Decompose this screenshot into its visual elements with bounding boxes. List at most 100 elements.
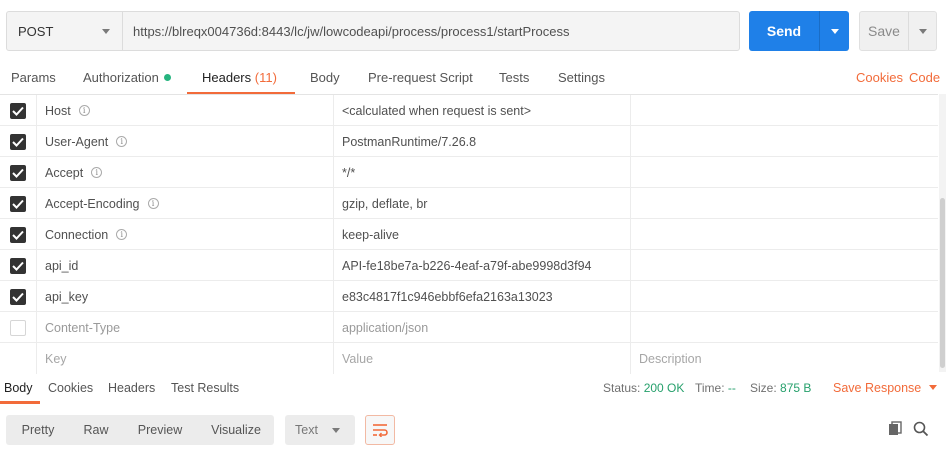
- row-checkbox-cell: [0, 95, 36, 126]
- save-dropdown-button[interactable]: [908, 12, 936, 50]
- tab-pre-request-script[interactable]: Pre-request Script: [368, 70, 473, 85]
- header-description-cell[interactable]: [630, 281, 938, 312]
- info-icon[interactable]: i: [116, 136, 128, 147]
- format-select[interactable]: Text: [285, 415, 355, 445]
- table-row: Host i <calculated when request is sent>: [0, 95, 938, 126]
- response-tab-cookies[interactable]: Cookies: [48, 381, 93, 395]
- header-key-cell[interactable]: Accept-Encoding i: [36, 188, 333, 219]
- new-value-input[interactable]: Value: [333, 343, 630, 374]
- header-key-cell[interactable]: Accept i: [36, 157, 333, 188]
- chevron-down-icon: [331, 427, 340, 433]
- info-icon[interactable]: i: [78, 105, 90, 116]
- row-checkbox-cell: [0, 343, 36, 374]
- table-row: Connection i keep-alive: [0, 219, 938, 250]
- header-description-cell[interactable]: [630, 250, 938, 281]
- header-key: api_id: [45, 258, 79, 273]
- url-input[interactable]: https://blreqx004736d:8443/lc/jw/lowcode…: [123, 12, 739, 50]
- header-value: e83c4817f1c946ebbf6efa2163a13023: [342, 289, 553, 304]
- checkmark-icon: [12, 261, 24, 271]
- headers-scrollbar[interactable]: [939, 94, 946, 372]
- header-value-cell[interactable]: PostmanRuntime/7.26.8: [333, 126, 630, 157]
- tab-headers[interactable]: Headers (11): [202, 70, 277, 85]
- response-tab-body[interactable]: Body: [4, 381, 33, 395]
- save-response-button[interactable]: Save Response: [833, 381, 938, 395]
- save-button[interactable]: Save: [860, 12, 908, 50]
- response-toolbar: Pretty Raw Preview Visualize Text: [6, 415, 946, 445]
- tab-settings[interactable]: Settings: [558, 70, 605, 85]
- time-label: Time:: [695, 381, 725, 395]
- header-value-cell[interactable]: <calculated when request is sent>: [333, 95, 630, 126]
- code-link[interactable]: Code: [909, 70, 940, 85]
- table-row: Content-Type application/json: [0, 312, 938, 343]
- tab-params[interactable]: Params: [11, 70, 56, 85]
- new-description-input[interactable]: Description: [630, 343, 938, 374]
- copy-icon[interactable]: [888, 421, 904, 437]
- header-description-cell[interactable]: [630, 126, 938, 157]
- method-label: POST: [18, 23, 54, 39]
- header-checkbox[interactable]: [10, 164, 26, 181]
- header-key-cell[interactable]: api_key: [36, 281, 333, 312]
- header-description-cell[interactable]: [630, 157, 938, 188]
- status-indicator: Status: 200 OK: [603, 381, 684, 395]
- tab-authorization[interactable]: Authorization: [83, 70, 171, 85]
- new-key-input[interactable]: Key: [36, 343, 333, 374]
- checkmark-icon: [12, 106, 24, 116]
- header-checkbox[interactable]: [10, 319, 26, 336]
- view-raw-button[interactable]: Raw: [70, 415, 122, 445]
- header-value: gzip, deflate, br: [342, 196, 428, 211]
- cookies-link[interactable]: Cookies: [856, 70, 903, 85]
- view-visualize-button[interactable]: Visualize: [198, 415, 274, 445]
- row-checkbox-cell: [0, 250, 36, 281]
- header-value-cell[interactable]: keep-alive: [333, 219, 630, 250]
- save-button-group: Save: [859, 11, 937, 51]
- checkmark-icon: [12, 168, 24, 178]
- header-key-cell[interactable]: Host i: [36, 95, 333, 126]
- tab-body[interactable]: Body: [310, 70, 340, 85]
- header-description-cell[interactable]: [630, 219, 938, 250]
- send-dropdown-button[interactable]: [819, 11, 849, 51]
- header-value: PostmanRuntime/7.26.8: [342, 134, 477, 149]
- info-icon[interactable]: i: [91, 167, 103, 178]
- header-checkbox[interactable]: [10, 195, 26, 212]
- header-checkbox[interactable]: [10, 288, 26, 305]
- search-icon[interactable]: [913, 421, 929, 437]
- header-value-cell[interactable]: application/json: [333, 312, 630, 343]
- header-key: api_key: [45, 289, 89, 304]
- new-header-row: Key Value Description: [0, 343, 938, 374]
- header-value-cell[interactable]: e83c4817f1c946ebbf6efa2163a13023: [333, 281, 630, 312]
- header-key-cell[interactable]: Content-Type: [36, 312, 333, 343]
- info-icon[interactable]: i: [116, 229, 128, 240]
- size-value: 875 B: [780, 381, 812, 395]
- method-select[interactable]: POST: [7, 12, 123, 50]
- tab-tests[interactable]: Tests: [499, 70, 529, 85]
- status-label: Status:: [603, 381, 641, 395]
- header-value-cell[interactable]: gzip, deflate, br: [333, 188, 630, 219]
- scrollbar-thumb[interactable]: [940, 198, 945, 368]
- header-description-cell[interactable]: [630, 188, 938, 219]
- view-preview-button[interactable]: Preview: [122, 415, 198, 445]
- row-checkbox-cell: [0, 188, 36, 219]
- header-key-cell[interactable]: api_id: [36, 250, 333, 281]
- info-icon[interactable]: i: [147, 198, 159, 209]
- header-description-cell[interactable]: [630, 312, 938, 343]
- view-pretty-button[interactable]: Pretty: [6, 415, 70, 445]
- header-checkbox[interactable]: [10, 102, 26, 119]
- header-key-cell[interactable]: Connection i: [36, 219, 333, 250]
- header-key-cell[interactable]: User-Agent i: [36, 126, 333, 157]
- header-checkbox[interactable]: [10, 133, 26, 150]
- wrap-lines-icon: [373, 424, 388, 437]
- header-description-cell[interactable]: [630, 95, 938, 126]
- response-tab-test-results[interactable]: Test Results: [171, 381, 239, 395]
- row-checkbox-cell: [0, 126, 36, 157]
- size-label: Size:: [750, 381, 777, 395]
- request-tabs: Params Authorization Headers (11) Body P…: [0, 62, 946, 95]
- header-checkbox[interactable]: [10, 257, 26, 274]
- send-button-group: Send: [749, 11, 849, 51]
- wrap-lines-button[interactable]: [365, 415, 395, 445]
- header-checkbox[interactable]: [10, 226, 26, 243]
- header-value-cell[interactable]: */*: [333, 157, 630, 188]
- format-label: Text: [295, 423, 318, 437]
- header-value-cell[interactable]: API-fe18be7a-b226-4eaf-a79f-abe9998d3f94: [333, 250, 630, 281]
- send-button[interactable]: Send: [749, 11, 819, 51]
- response-tab-headers[interactable]: Headers: [108, 381, 155, 395]
